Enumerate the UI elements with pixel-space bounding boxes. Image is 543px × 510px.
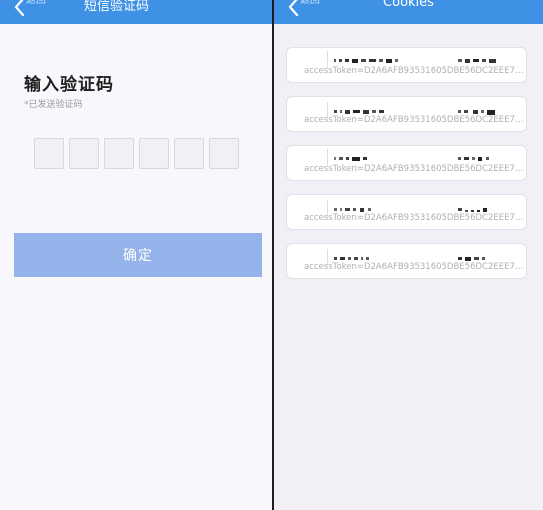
cookie-item[interactable]: accessToken=D2A6AFB93531605DBE56DC2EEE74… xyxy=(286,145,527,181)
code-digit-input[interactable] xyxy=(139,138,169,169)
cookie-token-text: accessToken=D2A6AFB93531605DBE56DC2EEE74… xyxy=(304,115,527,125)
page-title: 短信验证码 xyxy=(84,0,150,14)
code-digit-input[interactable] xyxy=(209,138,239,169)
header-bar: 返回 短信验证码 xyxy=(0,0,272,24)
code-digit-input[interactable] xyxy=(69,138,99,169)
code-sent-hint: *已发送验证码 xyxy=(24,100,83,110)
cookie-list: accessToken=D2A6AFB93531605DBE56DC2EEE74… xyxy=(286,47,533,292)
back-label[interactable]: 返回 xyxy=(26,0,46,6)
cookie-item[interactable]: accessToken=D2A6AFB93531605DBE56DC2EEE74… xyxy=(286,243,527,279)
code-digit-input[interactable] xyxy=(174,138,204,169)
confirm-button[interactable]: 确定 xyxy=(14,233,262,277)
cookie-token-text: accessToken=D2A6AFB93531605DBE56DC2EEE74… xyxy=(304,213,527,223)
code-input-group xyxy=(34,138,239,169)
cookies-screen: 返回 Cookies accessToken=D2A6AFB93531605DB… xyxy=(274,0,543,510)
code-digit-input[interactable] xyxy=(34,138,64,169)
page-title: Cookies xyxy=(383,0,434,10)
cookie-token-text: accessToken=D2A6AFB93531605DBE56DC2EEE74… xyxy=(304,66,527,76)
verification-heading: 输入验证码 xyxy=(24,75,114,95)
cookie-item[interactable]: accessToken=D2A6AFB93531605DBE56DC2EEE74… xyxy=(286,47,527,83)
cookie-item[interactable]: accessToken=D2A6AFB93531605DBE56DC2EEE74… xyxy=(286,194,527,230)
cookie-item[interactable]: accessToken=D2A6AFB93531605DBE56DC2EEE74… xyxy=(286,96,527,132)
verification-form: 输入验证码 *已发送验证码 确定 xyxy=(0,24,272,510)
code-digit-input[interactable] xyxy=(104,138,134,169)
header-bar: 返回 Cookies xyxy=(274,0,543,24)
sms-verification-screen: 返回 短信验证码 输入验证码 *已发送验证码 确定 xyxy=(0,0,272,510)
cookie-token-text: accessToken=D2A6AFB93531605DBE56DC2EEE74… xyxy=(304,262,527,272)
cookie-token-text: accessToken=D2A6AFB93531605DBE56DC2EEE74… xyxy=(304,164,527,174)
